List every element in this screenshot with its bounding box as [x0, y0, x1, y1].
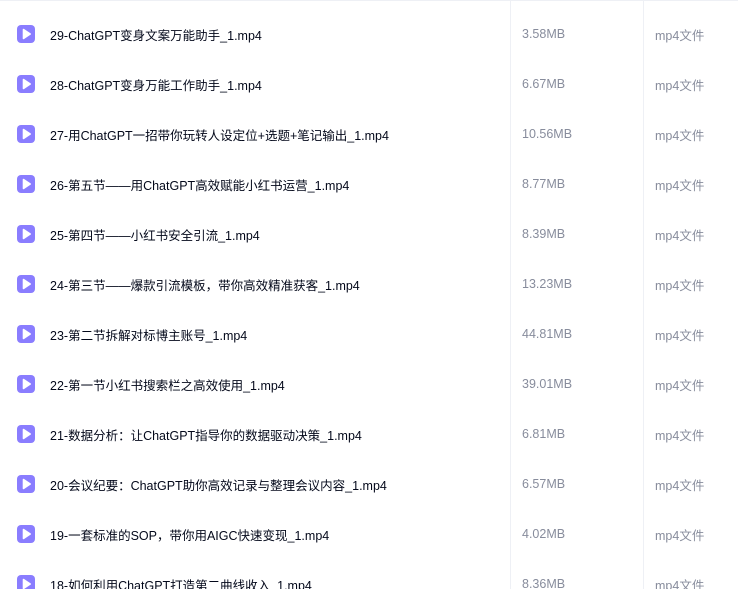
file-size: 8.39MB [522, 227, 566, 241]
file-icon-cell [0, 124, 50, 144]
file-row[interactable]: 18-如何利用ChatGPT打造第二曲线收入_1.mp4 8.36MB mp4文… [0, 559, 738, 589]
file-name[interactable]: 19-一套标准的SOP，带你用AIGC快速变现_1.mp4 [50, 525, 514, 544]
file-type: mp4文件 [655, 78, 705, 93]
file-type: mp4文件 [655, 178, 705, 193]
file-row[interactable]: 22-第一节小红书搜索栏之高效使用_1.mp4 39.01MB mp4文件 [0, 359, 738, 409]
file-size: 10.56MB [522, 127, 573, 141]
file-size: 8.36MB [522, 577, 566, 589]
file-row[interactable]: 26-第五节——用ChatGPT高效赋能小红书运营_1.mp4 8.77MB m… [0, 159, 738, 209]
file-type: mp4文件 [655, 528, 705, 543]
file-row[interactable]: 28-ChatGPT变身万能工作助手_1.mp4 6.67MB mp4文件 [0, 59, 738, 109]
file-row[interactable]: 24-第三节——爆款引流模板，带你高效精准获客_1.mp4 13.23MB mp… [0, 259, 738, 309]
file-size: 44.81MB [522, 327, 573, 341]
file-type: mp4文件 [655, 228, 705, 243]
file-name[interactable]: 28-ChatGPT变身万能工作助手_1.mp4 [50, 75, 514, 94]
file-size: 4.02MB [522, 527, 566, 541]
video-file-icon [17, 75, 35, 93]
file-name[interactable]: 29-ChatGPT变身文案万能助手_1.mp4 [50, 25, 514, 44]
file-size: 39.01MB [522, 377, 573, 391]
file-name[interactable]: 22-第一节小红书搜索栏之高效使用_1.mp4 [50, 375, 514, 394]
video-file-icon [17, 225, 35, 243]
file-name[interactable]: 23-第二节拆解对标博主账号_1.mp4 [50, 325, 514, 344]
file-size: 6.81MB [522, 427, 566, 441]
file-type: mp4文件 [655, 428, 705, 443]
file-row[interactable]: 27-用ChatGPT一招带你玩转人设定位+选题+笔记输出_1.mp4 10.5… [0, 109, 738, 159]
file-row[interactable]: 23-第二节拆解对标博主账号_1.mp4 44.81MB mp4文件 [0, 309, 738, 359]
file-name[interactable]: 26-第五节——用ChatGPT高效赋能小红书运营_1.mp4 [50, 175, 514, 194]
file-name[interactable]: 27-用ChatGPT一招带你玩转人设定位+选题+笔记输出_1.mp4 [50, 125, 514, 144]
file-type: mp4文件 [655, 578, 705, 589]
file-list: 29-ChatGPT变身文案万能助手_1.mp4 3.58MB mp4文件 28… [0, 0, 738, 589]
file-type: mp4文件 [655, 128, 705, 143]
video-file-icon [17, 25, 35, 43]
file-icon-cell [0, 274, 50, 294]
file-name[interactable]: 24-第三节——爆款引流模板，带你高效精准获客_1.mp4 [50, 275, 514, 294]
file-type: mp4文件 [655, 378, 705, 393]
video-file-icon [17, 125, 35, 143]
file-name[interactable]: 25-第四节——小红书安全引流_1.mp4 [50, 225, 514, 244]
video-file-icon [17, 325, 35, 343]
file-icon-cell [0, 74, 50, 94]
video-file-icon [17, 275, 35, 293]
file-icon-cell [0, 224, 50, 244]
file-row[interactable]: 29-ChatGPT变身文案万能助手_1.mp4 3.58MB mp4文件 [0, 9, 738, 59]
file-icon-cell [0, 324, 50, 344]
file-size: 8.77MB [522, 177, 566, 191]
file-icon-cell [0, 524, 50, 544]
video-file-icon [17, 175, 35, 193]
file-icon-cell [0, 174, 50, 194]
file-icon-cell [0, 24, 50, 44]
video-file-icon [17, 375, 35, 393]
file-icon-cell [0, 374, 50, 394]
file-row[interactable]: 25-第四节——小红书安全引流_1.mp4 8.39MB mp4文件 [0, 209, 738, 259]
file-type: mp4文件 [655, 328, 705, 343]
file-icon-cell [0, 474, 50, 494]
file-name[interactable]: 21-数据分析：让ChatGPT指导你的数据驱动决策_1.mp4 [50, 425, 514, 444]
file-type: mp4文件 [655, 478, 705, 493]
file-icon-cell [0, 574, 50, 589]
file-size: 3.58MB [522, 27, 566, 41]
file-name[interactable]: 18-如何利用ChatGPT打造第二曲线收入_1.mp4 [50, 575, 514, 589]
file-row[interactable]: 21-数据分析：让ChatGPT指导你的数据驱动决策_1.mp4 6.81MB … [0, 409, 738, 459]
file-icon-cell [0, 424, 50, 444]
file-row[interactable]: 20-会议纪要：ChatGPT助你高效记录与整理会议内容_1.mp4 6.57M… [0, 459, 738, 509]
file-type: mp4文件 [655, 278, 705, 293]
file-name[interactable]: 20-会议纪要：ChatGPT助你高效记录与整理会议内容_1.mp4 [50, 475, 514, 494]
file-size: 13.23MB [522, 277, 573, 291]
video-file-icon [17, 575, 35, 589]
video-file-icon [17, 525, 35, 543]
file-size: 6.57MB [522, 477, 566, 491]
file-size: 6.67MB [522, 77, 566, 91]
video-file-icon [17, 475, 35, 493]
file-type: mp4文件 [655, 28, 705, 43]
video-file-icon [17, 425, 35, 443]
file-row[interactable]: 19-一套标准的SOP，带你用AIGC快速变现_1.mp4 4.02MB mp4… [0, 509, 738, 559]
